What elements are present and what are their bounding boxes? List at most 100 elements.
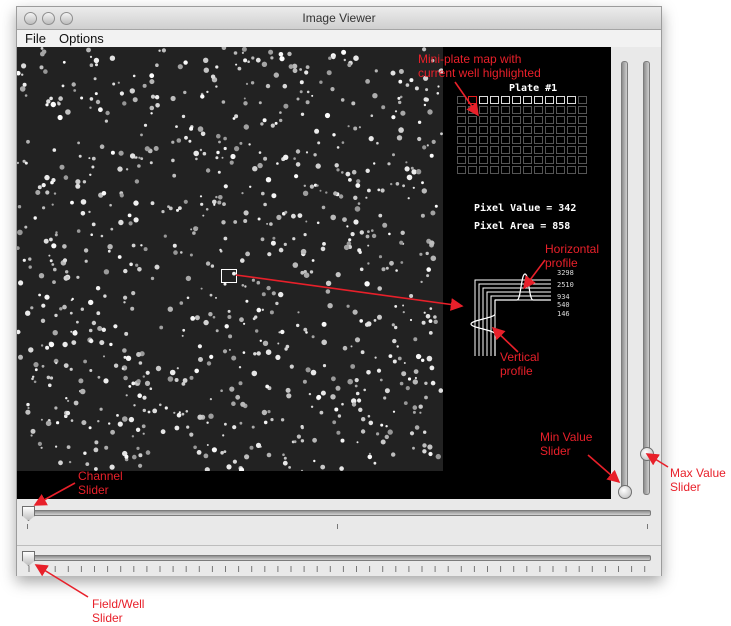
plate-well[interactable]: [578, 136, 587, 144]
plate-well[interactable]: [534, 106, 543, 114]
plate-well[interactable]: [490, 146, 499, 154]
plate-well[interactable]: [468, 106, 477, 114]
plate-well[interactable]: [534, 156, 543, 164]
plate-well[interactable]: [490, 126, 499, 134]
plate-well[interactable]: [512, 166, 521, 174]
plate-well[interactable]: [578, 126, 587, 134]
plate-well[interactable]: [512, 106, 521, 114]
plate-well[interactable]: [479, 126, 488, 134]
plate-well[interactable]: [534, 166, 543, 174]
plate-well[interactable]: [457, 156, 466, 164]
plate-well[interactable]: [534, 136, 543, 144]
plate-well[interactable]: [556, 136, 565, 144]
plate-well[interactable]: [567, 146, 576, 154]
plate-well[interactable]: [545, 126, 554, 134]
plate-well[interactable]: [523, 156, 532, 164]
plate-well[interactable]: [567, 166, 576, 174]
plate-well[interactable]: [578, 166, 587, 174]
plate-well[interactable]: [545, 136, 554, 144]
plate-well[interactable]: [479, 146, 488, 154]
plate-well[interactable]: [457, 106, 466, 114]
plate-well[interactable]: [457, 146, 466, 154]
plate-well[interactable]: [501, 146, 510, 154]
plate-well[interactable]: [457, 126, 466, 134]
plate-well[interactable]: [501, 166, 510, 174]
plate-well[interactable]: [545, 146, 554, 154]
plate-well[interactable]: [578, 116, 587, 124]
plate-well[interactable]: [512, 116, 521, 124]
plate-well[interactable]: [523, 106, 532, 114]
plate-well[interactable]: [512, 96, 521, 104]
plate-well[interactable]: [468, 96, 477, 104]
plate-well[interactable]: [490, 136, 499, 144]
plate-well[interactable]: [567, 106, 576, 114]
plate-well[interactable]: [567, 96, 576, 104]
plate-well[interactable]: [556, 156, 565, 164]
plate-well[interactable]: [578, 106, 587, 114]
plate-well[interactable]: [578, 146, 587, 154]
plate-well[interactable]: [523, 116, 532, 124]
plate-well[interactable]: [523, 136, 532, 144]
plate-well[interactable]: [523, 96, 532, 104]
plate-well[interactable]: [501, 116, 510, 124]
plate-well[interactable]: [567, 126, 576, 134]
plate-well[interactable]: [556, 96, 565, 104]
channel-slider-knob[interactable]: [22, 506, 35, 521]
plate-well[interactable]: [457, 116, 466, 124]
plate-well[interactable]: [534, 126, 543, 134]
plate-well[interactable]: [534, 96, 543, 104]
min-value-slider-track[interactable]: [621, 61, 628, 495]
plate-well[interactable]: [468, 166, 477, 174]
plate-well[interactable]: [512, 156, 521, 164]
plate-well[interactable]: [512, 136, 521, 144]
plate-well[interactable]: [501, 96, 510, 104]
plate-well[interactable]: [545, 106, 554, 114]
plate-well[interactable]: [523, 146, 532, 154]
plate-well[interactable]: [479, 116, 488, 124]
menu-options[interactable]: Options: [59, 31, 104, 46]
plate-well[interactable]: [501, 106, 510, 114]
plate-well[interactable]: [556, 126, 565, 134]
max-value-slider-track[interactable]: [643, 61, 650, 495]
plate-well[interactable]: [501, 126, 510, 134]
plate-well[interactable]: [556, 116, 565, 124]
field-well-slider-knob[interactable]: [22, 551, 35, 566]
plate-well[interactable]: [490, 156, 499, 164]
plate-well[interactable]: [501, 156, 510, 164]
plate-well[interactable]: [578, 156, 587, 164]
plate-well[interactable]: [468, 136, 477, 144]
plate-well[interactable]: [512, 146, 521, 154]
plate-well[interactable]: [545, 156, 554, 164]
plate-well[interactable]: [523, 126, 532, 134]
title-bar[interactable]: Image Viewer: [17, 7, 661, 30]
plate-well[interactable]: [567, 156, 576, 164]
plate-well[interactable]: [457, 96, 466, 104]
selection-box[interactable]: [221, 269, 237, 283]
plate-well[interactable]: [490, 106, 499, 114]
plate-well[interactable]: [556, 166, 565, 174]
plate-well[interactable]: [545, 116, 554, 124]
plate-well[interactable]: [457, 166, 466, 174]
field-well-slider-track[interactable]: [27, 555, 651, 561]
plate-well[interactable]: [479, 106, 488, 114]
plate-well[interactable]: [512, 126, 521, 134]
channel-slider-track[interactable]: [27, 510, 651, 516]
min-value-slider-knob[interactable]: [618, 485, 632, 499]
plate-well[interactable]: [490, 96, 499, 104]
microscopy-image[interactable]: [17, 47, 443, 471]
plate-well[interactable]: [468, 146, 477, 154]
plate-well[interactable]: [468, 156, 477, 164]
plate-well[interactable]: [567, 116, 576, 124]
plate-well[interactable]: [457, 136, 466, 144]
plate-well[interactable]: [479, 136, 488, 144]
max-value-slider-knob[interactable]: [640, 447, 654, 461]
mini-plate-map[interactable]: [457, 96, 588, 174]
plate-well[interactable]: [545, 166, 554, 174]
plate-well[interactable]: [468, 126, 477, 134]
plate-well[interactable]: [556, 106, 565, 114]
plate-well[interactable]: [545, 96, 554, 104]
plate-well[interactable]: [501, 136, 510, 144]
plate-well[interactable]: [468, 116, 477, 124]
plate-well[interactable]: [534, 116, 543, 124]
plate-well[interactable]: [523, 166, 532, 174]
